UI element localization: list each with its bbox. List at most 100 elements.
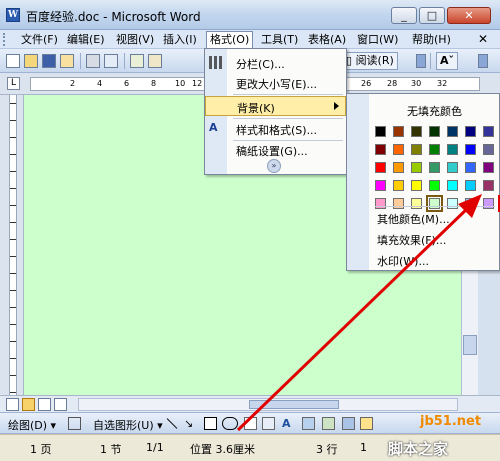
toolbar-more-icon[interactable] [478,54,488,68]
horizontal-scrollbar[interactable] [78,398,458,411]
color-swatch[interactable] [447,198,458,209]
outline-view-icon[interactable] [54,398,67,411]
horizontal-scroll-thumb[interactable] [249,400,339,409]
menu-item-manuscript-settings[interactable]: 稿纸设置(G)... [205,140,346,160]
color-swatch[interactable] [375,198,386,209]
rectangle-icon[interactable] [204,417,217,430]
save-icon[interactable] [42,54,56,68]
font-size-icon[interactable]: Aˇ [436,52,459,70]
diagram-icon[interactable] [302,417,315,430]
color-swatch[interactable] [375,144,386,155]
color-swatch[interactable] [429,144,440,155]
autoshapes-button[interactable]: 自选图形(U) ▾ [93,417,163,433]
color-swatch[interactable] [411,198,422,209]
menu-format[interactable]: 格式(O) [206,31,254,49]
menu-insert[interactable]: 插入(I) [160,32,200,48]
color-swatch[interactable] [393,198,404,209]
ruler-tick: 26 [361,79,372,88]
color-swatch[interactable] [483,162,494,173]
menu-item-columns[interactable]: 分栏(C)... [205,53,346,73]
menu-table[interactable]: 表格(A) [305,32,349,48]
close-document-icon[interactable]: ✕ [478,32,488,46]
color-swatch[interactable] [429,162,440,173]
text-box-icon[interactable] [244,417,257,430]
color-swatch[interactable] [411,162,422,173]
ruler-tick: 8 [151,79,157,88]
color-swatch[interactable] [483,144,494,155]
maximize-button[interactable]: □ [419,7,445,24]
no-fill-color-option[interactable]: 无填充颜色 [407,103,462,119]
reading-mode-button[interactable]: ▯ 阅读(R) [342,52,398,70]
color-swatch[interactable] [393,144,404,155]
vertical-text-box-icon[interactable] [262,417,275,430]
toolbar-options-icon[interactable] [416,54,426,68]
menu-tools[interactable]: 工具(T) [258,32,301,48]
color-swatch[interactable] [465,162,476,173]
menu-view[interactable]: 视图(V) [113,32,157,48]
minimize-button[interactable]: _ [391,7,417,24]
vertical-ruler[interactable] [0,95,24,395]
oval-icon[interactable] [222,417,238,430]
color-swatch[interactable] [447,126,458,137]
color-swatch[interactable] [483,198,494,209]
color-swatch[interactable] [465,180,476,191]
fill-color-icon[interactable] [360,417,373,430]
color-swatch[interactable] [375,180,386,191]
more-colors-option[interactable]: 其他颜色(M)... [377,211,450,227]
color-swatch[interactable] [465,198,476,209]
new-document-icon[interactable] [6,54,20,68]
fill-effects-option[interactable]: 填充效果(F)... [377,232,446,248]
color-swatch[interactable] [411,180,422,191]
color-swatch[interactable] [426,195,443,212]
print-icon[interactable] [86,54,100,68]
print-preview-icon[interactable] [104,54,118,68]
draw-menu-button[interactable]: 绘图(D) ▾ [8,417,56,433]
color-swatch[interactable] [465,144,476,155]
close-button[interactable]: ✕ [447,7,491,24]
status-section: 1 节 [100,443,122,456]
research-icon[interactable] [148,54,162,68]
site-name-watermark: 脚本之家 [388,440,449,458]
menubar-grip[interactable] [3,33,6,46]
line-icon[interactable] [166,418,178,429]
color-swatch[interactable] [393,162,404,173]
select-objects-icon[interactable] [68,417,81,430]
menu-file[interactable]: 文件(F) [18,32,61,48]
color-swatch[interactable] [429,126,440,137]
window-title: 百度经验.doc - Microsoft Word [26,10,201,24]
vertical-scroll-thumb[interactable] [463,335,477,355]
menu-item-background[interactable]: 背景(K) [205,96,346,116]
spelling-icon[interactable] [130,54,144,68]
ruler-tick: 12 [192,79,203,88]
color-swatch[interactable] [447,144,458,155]
print-layout-view-icon[interactable] [38,398,51,411]
watermark-option[interactable]: 水印(W)... [377,253,429,269]
color-swatch[interactable] [375,126,386,137]
color-swatch[interactable] [483,126,494,137]
menu-edit[interactable]: 编辑(E) [64,32,108,48]
color-swatch[interactable] [411,126,422,137]
color-swatch[interactable] [411,144,422,155]
menu-item-styles-formatting[interactable]: A 样式和格式(S)... [205,119,346,139]
menu-item-change-case[interactable]: 更改大小写(E)... [205,73,346,93]
open-folder-icon[interactable] [24,54,38,68]
color-swatch[interactable] [429,180,440,191]
arrow-icon[interactable]: ↘ [184,417,197,430]
color-swatch[interactable] [393,180,404,191]
clip-art-icon[interactable] [322,417,335,430]
color-swatch[interactable] [483,180,494,191]
color-swatch[interactable] [447,162,458,173]
wordart-icon[interactable]: A [282,417,295,430]
permission-icon[interactable] [60,54,74,68]
normal-view-icon[interactable] [6,398,19,411]
color-swatch[interactable] [375,162,386,173]
expand-menu-icon[interactable]: » [267,159,281,173]
color-swatch[interactable] [393,126,404,137]
menu-window[interactable]: 窗口(W) [354,32,401,48]
web-layout-view-icon[interactable] [22,398,35,411]
insert-picture-icon[interactable] [342,417,355,430]
menu-help[interactable]: 帮助(H) [409,32,454,48]
color-swatch[interactable] [447,180,458,191]
tab-selector-icon[interactable]: L [7,77,20,90]
color-swatch[interactable] [465,126,476,137]
